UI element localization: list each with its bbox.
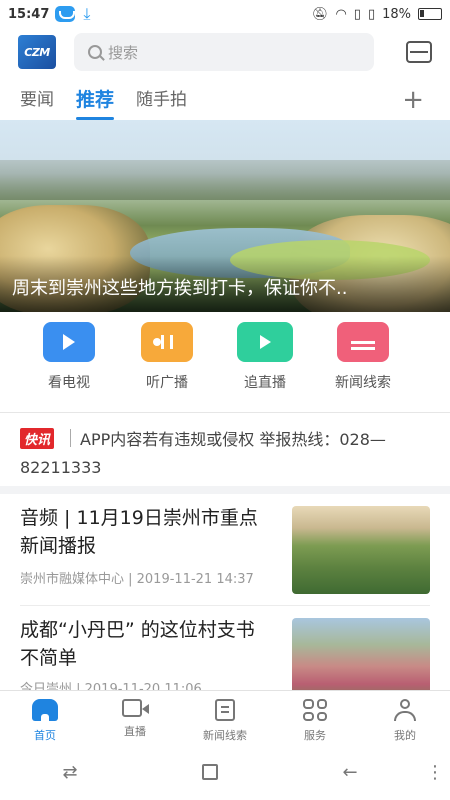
home-button-wrap — [140, 764, 280, 780]
tab-tuijian[interactable]: 推荐 — [76, 82, 115, 120]
flash-text-line2: 82211333 — [20, 458, 102, 477]
tab-yaowen[interactable]: 要闻 — [20, 82, 54, 118]
battery-icon — [418, 8, 442, 20]
news-clue-icon — [337, 322, 389, 362]
entry-label: 追直播 — [244, 375, 286, 391]
wifi-icon: ◠ — [335, 6, 347, 22]
entry-watch-tv[interactable]: 看电视 — [20, 322, 118, 402]
search-bar[interactable]: 搜索 — [74, 33, 374, 71]
video-camera-icon — [122, 699, 149, 717]
sim2-icon: ▯ — [367, 6, 376, 22]
user-icon — [393, 699, 417, 721]
nav-label: 直播 — [124, 725, 146, 738]
quick-entries: 看电视 听广播 追直播 新闻线索 — [0, 322, 450, 402]
entry-label: 看电视 — [48, 375, 90, 391]
bottom-nav: 首页 直播 新闻线索 服务 我的 — [0, 690, 450, 744]
news-title: 音频 | 11月19日崇州市重点新闻播报 — [20, 507, 258, 557]
entry-news-clue[interactable]: 新闻线索 — [314, 322, 412, 402]
section-gap — [0, 486, 450, 494]
nav-live[interactable]: 直播 — [90, 691, 180, 744]
back-arrow-icon[interactable]: ← — [280, 762, 420, 783]
divider — [0, 412, 450, 413]
mute-bell-icon: 🔕︎ — [311, 6, 329, 22]
flash-text-line1: APP内容若有违规或侵权 举报热线：028— — [80, 430, 386, 449]
app-screen: 15:47 ⤓ 🔕︎ ◠ ▯ ▯ 18% CZM 搜索 要闻 推荐 随手拍 + — [0, 0, 450, 800]
search-placeholder: 搜索 — [108, 43, 139, 62]
app-logo[interactable]: CZM — [18, 35, 56, 69]
battery-percent: 18% — [382, 6, 411, 22]
status-bar: 15:47 ⤓ 🔕︎ ◠ ▯ ▯ 18% — [0, 0, 450, 28]
radio-icon — [141, 322, 193, 362]
system-nav-bar: ⇄ ← ⋮ — [0, 744, 450, 800]
banner-tree-line — [0, 160, 450, 200]
edit-document-icon — [215, 699, 235, 721]
recent-apps-icon[interactable]: ⇄ — [0, 762, 140, 783]
featured-banner[interactable]: 周末到崇州这些地方挨到打卡，保证你不.. — [0, 120, 450, 312]
banner-caption: 周末到崇州这些地方挨到打卡，保证你不.. — [12, 278, 348, 299]
status-time: 15:47 — [8, 6, 50, 22]
flash-tag: 快讯 — [20, 428, 55, 449]
news-thumbnail — [292, 506, 430, 594]
news-title: 成都“小丹巴” 的这位村支书不简单 — [20, 619, 255, 669]
tab-suishoupai[interactable]: 随手拍 — [136, 82, 187, 118]
nav-label: 新闻线索 — [203, 729, 247, 742]
nav-profile[interactable]: 我的 — [360, 691, 450, 744]
status-indicators: 🔕︎ ◠ ▯ ▯ 18% — [312, 7, 442, 22]
sim1-icon: ▯ — [353, 6, 361, 22]
cloud-app-icon — [55, 6, 76, 22]
nav-news-clue[interactable]: 新闻线索 — [180, 691, 270, 744]
flash-notice[interactable]: 快讯 APP内容若有违规或侵权 举报热线：028— 82211333 — [0, 420, 450, 482]
download-icon: ⤓ — [83, 4, 91, 23]
nav-home[interactable]: 首页 — [0, 691, 90, 744]
news-item[interactable]: 音频 | 11月19日崇州市重点新闻播报 崇州市融媒体中心 | 2019-11-… — [20, 494, 430, 594]
tv-icon — [43, 322, 95, 362]
entry-label: 新闻线索 — [335, 375, 391, 391]
nav-label: 服务 — [304, 729, 326, 742]
entry-listen-radio[interactable]: 听广播 — [118, 322, 216, 402]
app-header: CZM 搜索 — [0, 28, 450, 76]
menu-icon[interactable] — [406, 41, 432, 63]
flash-separator — [70, 429, 71, 447]
nav-services[interactable]: 服务 — [270, 691, 360, 744]
more-dots-icon[interactable]: ⋮ — [420, 762, 450, 783]
entry-label: 听广播 — [146, 375, 188, 391]
search-icon — [88, 45, 102, 59]
logo-text: CZM — [24, 45, 50, 59]
nav-label: 首页 — [34, 729, 56, 742]
home-icon — [32, 699, 58, 721]
home-square-icon[interactable] — [202, 764, 218, 780]
add-channel-icon[interactable]: + — [402, 87, 424, 113]
grid-icon — [303, 699, 327, 721]
news-meta: 崇州市融媒体中心 | 2019-11-21 14:37 — [20, 572, 254, 587]
entry-live[interactable]: 追直播 — [216, 322, 314, 402]
channel-tabs: 要闻 推荐 随手拍 + — [0, 80, 450, 120]
nav-label: 我的 — [394, 729, 416, 742]
live-camera-icon — [237, 322, 293, 362]
